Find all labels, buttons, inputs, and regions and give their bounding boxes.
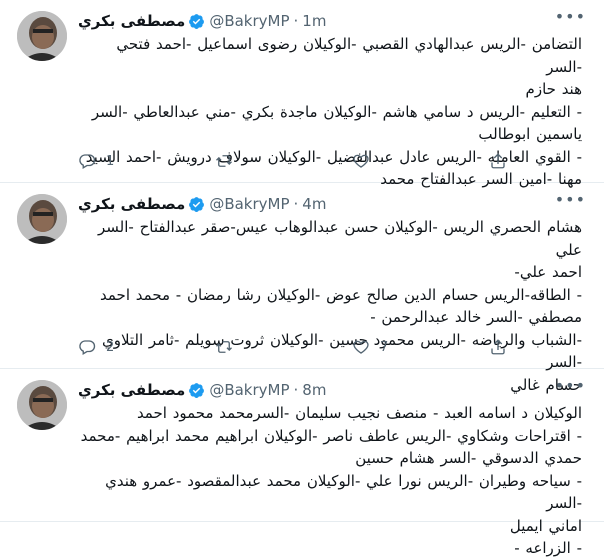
more-icon[interactable]: ••• xyxy=(555,192,586,208)
tweet[interactable]: مصطفى بكري @BakryMP · 8m ••• الوكيلان د … xyxy=(0,369,604,557)
tweet-line: هشام الحصري الريس -الوكيلان حسن عبدالوها… xyxy=(98,218,582,259)
like-count: 7 xyxy=(380,339,389,355)
timestamp[interactable]: 4m xyxy=(302,195,326,213)
retweet-button[interactable] xyxy=(215,152,352,170)
reply-button[interactable]: 2 xyxy=(78,338,215,356)
avatar[interactable] xyxy=(17,194,67,244)
tweet-line: احمد علي- xyxy=(514,263,582,281)
share-button[interactable] xyxy=(489,152,517,170)
separator-dot: · xyxy=(293,195,299,213)
avatar[interactable] xyxy=(17,380,67,430)
like-button[interactable] xyxy=(352,152,489,170)
tweet-line: حمدي الدسوقي -السر هشام حسين xyxy=(355,449,582,467)
tweet-line: - الزراعه - xyxy=(514,539,582,557)
timestamp[interactable]: 8m xyxy=(302,381,326,399)
tweet-line: مصطفي -السر خالد عبدالرحمن - xyxy=(370,308,582,326)
author-handle[interactable]: @BakryMP xyxy=(209,12,289,30)
separator-dot: · xyxy=(293,381,299,399)
tweet-feed: مصطفى بكري @BakryMP · 1m ••• التضامن -ال… xyxy=(0,0,604,557)
more-icon[interactable]: ••• xyxy=(555,9,586,25)
retweet-icon xyxy=(216,341,232,353)
tweet[interactable]: مصطفى بكري @BakryMP · 1m ••• التضامن -ال… xyxy=(0,0,604,188)
like-icon xyxy=(353,154,369,168)
retweet-button[interactable] xyxy=(215,338,352,356)
reply-count: 1 xyxy=(106,153,115,169)
tweet[interactable]: مصطفى بكري @BakryMP · 4m ••• هشام الحصري… xyxy=(0,183,604,394)
reply-count: 2 xyxy=(106,339,115,355)
verified-badge-icon xyxy=(189,196,205,212)
share-icon xyxy=(491,153,505,169)
reply-icon xyxy=(79,340,96,355)
tweet-header: مصطفى بكري @BakryMP · 4m xyxy=(78,193,586,215)
retweet-icon xyxy=(216,155,232,167)
tweet-actions: 1 xyxy=(78,152,548,170)
more-icon[interactable]: ••• xyxy=(555,378,586,394)
tweet-text: الوكيلان د اسامه العبد - منصف نجيب سليما… xyxy=(78,402,582,560)
tweet-line: - اقتراحات وشكاوي -الريس عاطف ناصر -الوك… xyxy=(80,426,582,445)
tweet-actions: 2 7 xyxy=(78,338,548,356)
author-name[interactable]: مصطفى بكري xyxy=(78,195,185,213)
share-icon xyxy=(491,339,505,355)
tweet-line: الوكيلان د اسامه العبد - منصف نجيب سليما… xyxy=(136,404,582,422)
reply-button[interactable]: 1 xyxy=(78,152,215,170)
author-name[interactable]: مصطفى بكري xyxy=(78,12,185,30)
timestamp[interactable]: 1m xyxy=(302,12,326,30)
tweet-line: - الطاقه-الريس حسام الدين صالح عوض -الوك… xyxy=(100,285,582,304)
tweet-line: التضامن -الريس عبدالهادي القصبي -الوكيلا… xyxy=(116,35,582,76)
tweet-line: ياسمين ابوطالب xyxy=(478,125,582,143)
author-handle[interactable]: @BakryMP xyxy=(209,195,289,213)
tweet-line: - سياحه وطيران -الريس نورا علي -الوكيلان… xyxy=(105,471,582,513)
tweet-line: اماني ايميل xyxy=(509,516,582,535)
verified-badge-icon xyxy=(189,382,205,398)
like-button[interactable]: 7 xyxy=(352,338,489,356)
verified-badge-icon xyxy=(189,13,205,29)
author-handle[interactable]: @BakryMP xyxy=(209,381,289,399)
tweet-line: - التعليم -الريس د سامي هاشم -الوكيلان م… xyxy=(91,102,582,121)
author-name[interactable]: مصطفى بكري xyxy=(78,381,185,399)
reply-icon xyxy=(79,154,96,169)
like-icon xyxy=(353,340,369,354)
avatar[interactable] xyxy=(17,11,67,61)
tweet-header: مصطفى بكري @BakryMP · 1m xyxy=(78,10,586,32)
share-button[interactable] xyxy=(489,338,517,356)
tweet-line: هند حازم xyxy=(525,80,582,98)
tweet-header: مصطفى بكري @BakryMP · 8m xyxy=(78,379,586,401)
separator-dot: · xyxy=(293,12,299,30)
